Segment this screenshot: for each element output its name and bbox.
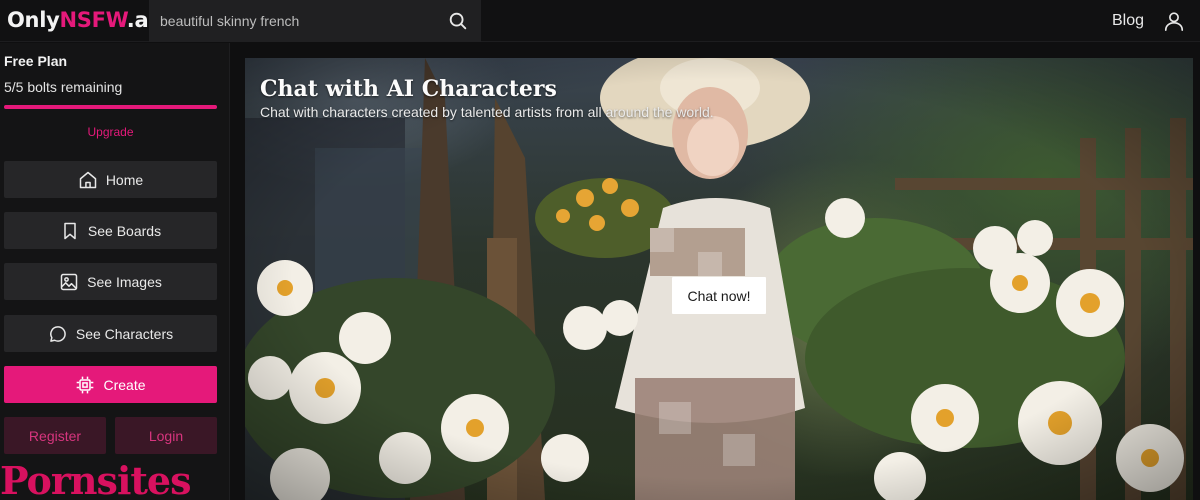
nav-home-button[interactable]: Home xyxy=(4,161,217,198)
upgrade-link[interactable]: Upgrade xyxy=(0,125,221,139)
sidebar: Free Plan 5/5 bolts remaining Upgrade Ho… xyxy=(0,43,230,500)
logo-text-nsfw: NSFW xyxy=(59,8,128,32)
plan-title: Free Plan xyxy=(4,53,68,69)
nav-images-label: See Images xyxy=(87,273,162,290)
blog-link[interactable]: Blog xyxy=(1112,12,1144,30)
search-bar xyxy=(149,0,481,42)
site-logo[interactable]: OnlyNSFW.ai xyxy=(7,8,156,32)
login-button[interactable]: Login xyxy=(115,417,217,454)
pornsites-banner[interactable]: Pornsites xyxy=(0,458,191,500)
logo-text-only: Only xyxy=(7,8,60,32)
create-button[interactable]: Create xyxy=(4,366,217,403)
bolts-progress-fill xyxy=(4,105,217,109)
create-label: Create xyxy=(103,376,146,393)
bookmark-icon xyxy=(64,222,76,239)
nav-characters-button[interactable]: See Characters xyxy=(4,315,217,352)
chat-bubble-icon xyxy=(49,325,66,342)
bolts-progress-bar xyxy=(4,105,217,109)
register-button[interactable]: Register xyxy=(4,417,106,454)
nav-images-button[interactable]: See Images xyxy=(4,263,217,300)
hero-title: Chat with AI Characters xyxy=(260,76,557,102)
top-bar: OnlyNSFW.ai Blog xyxy=(0,0,1200,42)
bolts-remaining: 5/5 bolts remaining xyxy=(4,79,123,95)
nav-boards-label: See Boards xyxy=(87,222,162,239)
home-icon xyxy=(79,171,97,188)
nav-boards-button[interactable]: See Boards xyxy=(4,212,217,249)
chat-now-button[interactable]: Chat now! xyxy=(672,277,766,314)
nav-home-label: Home xyxy=(105,171,144,188)
search-input[interactable] xyxy=(149,0,439,42)
user-icon[interactable] xyxy=(1163,9,1185,33)
search-icon[interactable] xyxy=(447,10,469,32)
nav-characters-label: See Characters xyxy=(75,325,174,342)
hero-subtitle: Chat with characters created by talented… xyxy=(260,104,714,120)
hero-banner: Chat with AI Characters Chat with charac… xyxy=(245,58,1193,500)
image-icon xyxy=(60,273,78,290)
chip-icon xyxy=(77,376,94,393)
